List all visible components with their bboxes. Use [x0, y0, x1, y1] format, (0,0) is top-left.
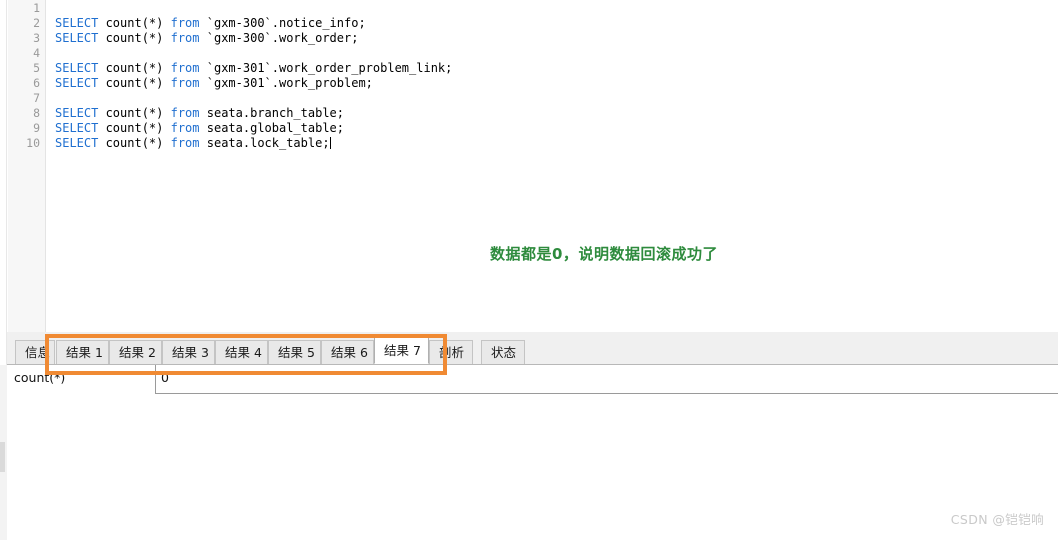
sql-token: count(*)	[98, 106, 171, 120]
sql-code-area[interactable]: SELECT count(*) from `gxm-300`.notice_in…	[47, 0, 1058, 333]
sql-token: `gxm-300`.notice_info;	[199, 16, 366, 30]
line-number: 3	[33, 31, 40, 45]
sql-token: seata.global_table;	[199, 121, 345, 135]
text-caret	[329, 137, 331, 149]
line-number-list: 1 2 3 4 5 6 7 8 9 10	[26, 0, 40, 151]
code-line[interactable]	[47, 91, 1058, 106]
sql-keyword: SELECT	[55, 61, 99, 75]
result-value-text: 0	[161, 370, 169, 385]
sql-token: seata.branch_table;	[199, 106, 345, 120]
code-line[interactable]: SELECT count(*) from `gxm-301`.work_prob…	[47, 76, 1058, 91]
line-number: 10	[26, 136, 40, 150]
result-tab-6[interactable]: 结果 6	[321, 340, 374, 364]
line-number: 9	[33, 121, 40, 135]
result-tab-3[interactable]: 结果 3	[162, 340, 215, 364]
sql-keyword: from	[170, 76, 200, 90]
line-number: 6	[33, 76, 40, 90]
sql-token: `gxm-301`.work_order_problem_link;	[199, 61, 453, 75]
line-number: 7	[33, 91, 40, 105]
result-tab-2[interactable]: 结果 2	[109, 340, 162, 364]
sql-keyword: from	[170, 16, 200, 30]
sql-keyword: from	[170, 61, 200, 75]
sql-keyword: from	[170, 106, 200, 120]
sql-keyword: from	[170, 31, 200, 45]
sql-token: count(*)	[98, 136, 171, 150]
result-tab-0[interactable]: 信息	[15, 340, 55, 364]
editor-line-number-gutter: 1 2 3 4 5 6 7 8 9 10	[8, 0, 46, 332]
result-tab-7[interactable]: 结果 7	[374, 336, 429, 364]
code-line[interactable]: SELECT count(*) from `gxm-300`.notice_in…	[47, 16, 1058, 31]
sql-token: `gxm-301`.work_problem;	[199, 76, 373, 90]
table-row[interactable]: count(*) 0	[7, 365, 1058, 394]
result-tab-4[interactable]: 结果 4	[215, 340, 268, 364]
result-tab-8[interactable]: 剖析	[429, 340, 473, 364]
csdn-watermark: CSDN @铠铠响	[950, 512, 1044, 527]
result-grid-empty-body	[7, 394, 1058, 540]
sql-token: count(*)	[98, 31, 171, 45]
code-line[interactable]	[47, 1, 1058, 16]
sql-keyword: from	[170, 136, 200, 150]
code-line[interactable]	[47, 46, 1058, 61]
sql-keyword: SELECT	[55, 106, 99, 120]
sql-editor-pane[interactable]: 1 2 3 4 5 6 7 8 9 10 SELECT count(*) from `gxm-30…	[0, 0, 1058, 332]
panel-scrollbar-thumb[interactable]	[0, 442, 5, 472]
result-panel: 信息 结果 1 结果 2 结果 3 结果 4 结果 5 结果 6 结果 7 剖析 状态 count…	[0, 332, 1058, 540]
code-line[interactable]: SELECT count(*) from `gxm-301`.work_orde…	[47, 61, 1058, 76]
sql-token: count(*)	[98, 121, 171, 135]
sql-keyword: SELECT	[55, 76, 99, 90]
sql-token: count(*)	[98, 16, 171, 30]
sql-token: count(*)	[98, 76, 171, 90]
green-annotation-text: 数据都是0，说明数据回滚成功了	[490, 245, 718, 263]
result-tab-5[interactable]: 结果 5	[268, 340, 321, 364]
result-grid[interactable]: count(*) 0	[7, 365, 1058, 540]
result-tab-1[interactable]: 结果 1	[56, 340, 109, 364]
code-line[interactable]: SELECT count(*) from `gxm-300`.work_orde…	[47, 31, 1058, 46]
sql-keyword: SELECT	[55, 16, 99, 30]
code-line[interactable]: SELECT count(*) from seata.branch_table;	[47, 106, 1058, 121]
sql-token: seata.lock_table;	[199, 136, 330, 150]
sql-token: count(*)	[98, 61, 171, 75]
result-value-cell[interactable]: 0	[155, 365, 1058, 394]
sql-client-window: 1 2 3 4 5 6 7 8 9 10 SELECT count(*) from `gxm-30…	[0, 0, 1058, 540]
editor-left-rail	[0, 0, 7, 332]
sql-keyword: from	[170, 121, 200, 135]
code-line[interactable]: SELECT count(*) from seata.lock_table;	[47, 136, 1058, 151]
result-tab-9[interactable]: 状态	[481, 340, 525, 364]
sql-keyword: SELECT	[55, 136, 99, 150]
line-number: 2	[33, 16, 40, 30]
sql-keyword: SELECT	[55, 31, 99, 45]
line-number: 5	[33, 61, 40, 75]
sql-keyword: SELECT	[55, 121, 99, 135]
result-column-label: count(*)	[14, 370, 66, 385]
sql-token: `gxm-300`.work_order;	[199, 31, 359, 45]
panel-vertical-scrollbar[interactable]	[0, 365, 7, 540]
line-number: 8	[33, 106, 40, 120]
result-tabstrip: 信息 结果 1 结果 2 结果 3 结果 4 结果 5 结果 6 结果 7 剖析 状态	[7, 332, 1058, 375]
line-number: 4	[33, 46, 40, 60]
line-number: 1	[33, 1, 40, 15]
code-line[interactable]: SELECT count(*) from seata.global_table;	[47, 121, 1058, 136]
